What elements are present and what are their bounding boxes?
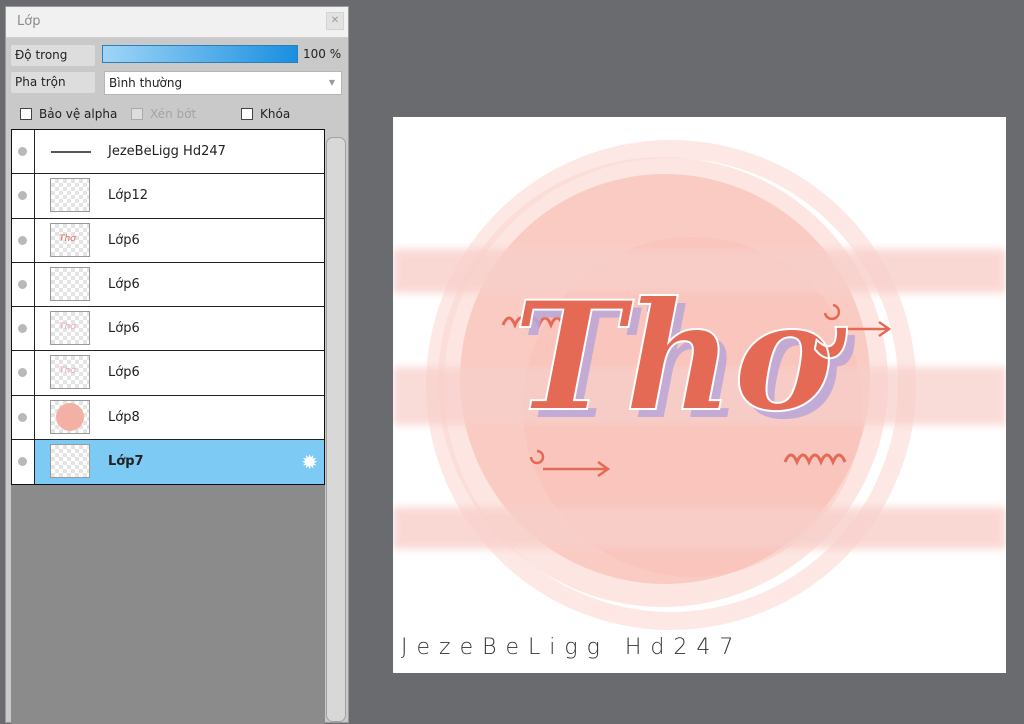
close-icon[interactable]: ✕ bbox=[326, 12, 344, 30]
layer-thumbnail bbox=[50, 444, 90, 479]
visibility-toggle[interactable] bbox=[12, 395, 35, 440]
layer-thumbnail: Thơ bbox=[50, 311, 90, 346]
layer-row[interactable]: Thơ Lớp6 bbox=[12, 307, 324, 352]
layer-thumbnail bbox=[51, 151, 91, 153]
eye-icon bbox=[18, 457, 27, 467]
layer-thumbnail: Thơ bbox=[50, 355, 90, 390]
blend-label: Pha trộn bbox=[11, 72, 95, 93]
gear-icon[interactable]: ✹ bbox=[301, 450, 318, 474]
thumbnail-circle bbox=[56, 402, 84, 431]
visibility-toggle[interactable] bbox=[12, 174, 35, 218]
lock-checkbox[interactable]: Khóa bbox=[241, 107, 290, 121]
layer-row[interactable]: Lớp12 bbox=[12, 174, 324, 219]
layer-thumbnail bbox=[50, 266, 90, 301]
visibility-toggle[interactable] bbox=[12, 130, 35, 174]
opacity-slider[interactable] bbox=[102, 45, 298, 63]
eye-icon bbox=[18, 412, 27, 422]
layer-thumbnail bbox=[50, 178, 90, 213]
eye-icon bbox=[18, 147, 27, 156]
layer-name: Lớp6 bbox=[108, 276, 140, 292]
visibility-toggle[interactable] bbox=[12, 307, 35, 351]
eye-icon bbox=[18, 279, 27, 289]
checkbox-icon bbox=[20, 108, 32, 120]
protect-alpha-checkbox[interactable]: Bảo vệ alpha bbox=[20, 107, 117, 121]
layer-thumbnail: Thơ bbox=[50, 222, 90, 257]
opacity-label: Độ trong bbox=[11, 45, 95, 66]
visibility-toggle[interactable] bbox=[12, 262, 35, 307]
layer-panel: Lớp ✕ Độ trong 100 % Pha trộn Bình thườn… bbox=[5, 6, 349, 724]
layer-name: Lớp8 bbox=[108, 409, 140, 425]
layer-row[interactable]: Lớp7 ✹ bbox=[12, 440, 324, 485]
panel-titlebar[interactable]: Lớp ✕ bbox=[6, 7, 348, 38]
layer-list-empty-area bbox=[11, 485, 325, 724]
thumbnail-lettering: Thơ bbox=[59, 322, 76, 333]
lock-label: Khóa bbox=[260, 107, 291, 121]
layer-list: JezeBeLigg Hd247 Lớp12 Thơ Lớp6 Lớp6 Thơ Lớp6 T… bbox=[11, 129, 325, 485]
layer-row[interactable]: JezeBeLigg Hd247 bbox=[12, 130, 324, 175]
chevron-down-icon: ▼ bbox=[328, 78, 335, 87]
layer-row[interactable]: Thơ Lớp6 bbox=[12, 351, 324, 396]
layer-name: JezeBeLigg Hd247 bbox=[108, 144, 226, 159]
thumbnail-lettering: Thơ bbox=[59, 233, 76, 244]
visibility-toggle[interactable] bbox=[12, 351, 35, 395]
stripe-bottom bbox=[393, 507, 1006, 549]
protect-alpha-label: Bảo vệ alpha bbox=[39, 107, 118, 121]
layer-name: Lớp6 bbox=[108, 232, 140, 248]
visibility-toggle[interactable] bbox=[12, 440, 35, 485]
visibility-toggle[interactable] bbox=[12, 218, 35, 262]
layer-name: Lớp7 bbox=[108, 454, 144, 470]
checkbox-icon bbox=[131, 108, 143, 120]
eye-icon bbox=[18, 368, 27, 378]
blend-mode-select[interactable]: Bình thường ▼ bbox=[104, 71, 342, 95]
thumbnail-lettering: Thơ bbox=[59, 366, 76, 377]
layer-row[interactable]: Lớp6 bbox=[12, 262, 324, 308]
eye-icon bbox=[18, 191, 27, 201]
layer-list-scrollbar[interactable] bbox=[326, 137, 346, 722]
panel-title: Lớp bbox=[17, 14, 41, 29]
clipping-checkbox[interactable]: Xén bớt bbox=[131, 107, 196, 121]
checkbox-icon bbox=[241, 108, 253, 120]
layer-name: Lớp6 bbox=[108, 365, 140, 381]
layer-row[interactable]: Thơ Lớp6 bbox=[12, 218, 324, 263]
artwork: Thơ Thơ bbox=[393, 140, 1006, 630]
lettering-main: Thơ bbox=[513, 269, 848, 445]
eye-icon bbox=[18, 235, 27, 245]
eye-icon bbox=[18, 324, 27, 334]
layer-name: Lớp12 bbox=[108, 188, 148, 204]
layer-thumbnail bbox=[50, 399, 90, 434]
opacity-value: 100 % bbox=[303, 47, 342, 61]
blend-mode-value: Bình thường bbox=[109, 76, 183, 90]
canvas-signature: JezeBeLigg Hd247 bbox=[401, 635, 743, 660]
clipping-label: Xén bớt bbox=[150, 107, 197, 121]
drawing-canvas[interactable]: Thơ Thơ JezeBeLigg Hd247 bbox=[393, 117, 1006, 673]
layer-row[interactable]: Lớp8 bbox=[12, 395, 324, 441]
layer-name: Lớp6 bbox=[108, 321, 140, 337]
